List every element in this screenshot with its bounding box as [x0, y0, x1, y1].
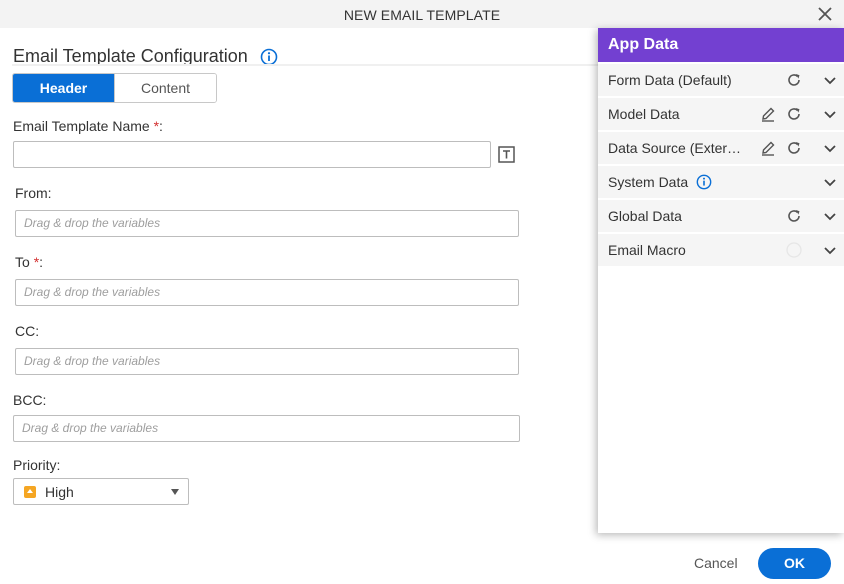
- app-data-item-label: Form Data (Default): [608, 72, 732, 88]
- priority-value: High: [45, 484, 74, 500]
- chevron-down-icon[interactable]: [822, 242, 838, 258]
- dialog-titlebar: NEW EMAIL TEMPLATE: [0, 0, 844, 28]
- app-data-item-model-data[interactable]: Model Data: [598, 98, 844, 130]
- text-format-icon[interactable]: [498, 146, 515, 163]
- tab-group: Header Content: [12, 73, 217, 103]
- tab-header[interactable]: Header: [13, 74, 114, 102]
- app-data-item-system-data[interactable]: System Data: [598, 166, 844, 198]
- app-data-panel: App Data Form Data (Default) Model Data …: [598, 28, 844, 533]
- cancel-button[interactable]: Cancel: [694, 555, 738, 571]
- refresh-icon[interactable]: [786, 140, 802, 156]
- chevron-down-icon[interactable]: [822, 140, 838, 156]
- close-icon[interactable]: [816, 5, 834, 23]
- app-data-item-label: Global Data: [608, 208, 682, 224]
- edit-icon[interactable]: [760, 140, 776, 156]
- to-label: To *:: [15, 254, 44, 270]
- ok-button[interactable]: OK: [758, 548, 831, 579]
- app-data-item-global-data[interactable]: Global Data: [598, 200, 844, 232]
- app-data-item-label: System Data: [608, 174, 689, 190]
- priority-select[interactable]: High: [13, 478, 189, 505]
- app-data-item-label: Model Data: [608, 106, 680, 122]
- cc-label: CC:: [15, 323, 40, 339]
- help-icon[interactable]: [786, 242, 802, 258]
- from-label: From:: [15, 185, 52, 201]
- chevron-down-icon[interactable]: [822, 174, 838, 190]
- priority-label: Priority:: [13, 457, 61, 473]
- app-data-item-data-source[interactable]: Data Source (Exter…: [598, 132, 844, 164]
- app-data-title: App Data: [598, 28, 844, 62]
- divider: [12, 64, 598, 66]
- refresh-icon[interactable]: [786, 72, 802, 88]
- to-input[interactable]: Drag & drop the variables: [15, 279, 519, 306]
- info-icon[interactable]: [696, 174, 712, 190]
- chevron-down-icon[interactable]: [822, 72, 838, 88]
- edit-icon[interactable]: [760, 106, 776, 122]
- app-data-item-label: Data Source (Exter…: [608, 140, 742, 156]
- template-name-input[interactable]: [13, 141, 491, 168]
- from-input[interactable]: Drag & drop the variables: [15, 210, 519, 237]
- bcc-label: BCC:: [13, 392, 47, 408]
- app-data-item-form-data[interactable]: Form Data (Default): [598, 64, 844, 96]
- cc-input[interactable]: Drag & drop the variables: [15, 348, 519, 375]
- chevron-down-icon[interactable]: [822, 106, 838, 122]
- dropdown-arrow-icon: [171, 489, 179, 495]
- template-name-label: Email Template Name *:: [13, 118, 163, 134]
- refresh-icon[interactable]: [786, 106, 802, 122]
- priority-high-icon: [24, 486, 36, 498]
- tab-content[interactable]: Content: [114, 74, 216, 102]
- dialog-title: NEW EMAIL TEMPLATE: [343, 7, 501, 23]
- app-data-item-email-macro[interactable]: Email Macro: [598, 234, 844, 266]
- bcc-input[interactable]: Drag & drop the variables: [13, 415, 520, 442]
- refresh-icon[interactable]: [786, 208, 802, 224]
- chevron-down-icon[interactable]: [822, 208, 838, 224]
- app-data-item-label: Email Macro: [608, 242, 686, 258]
